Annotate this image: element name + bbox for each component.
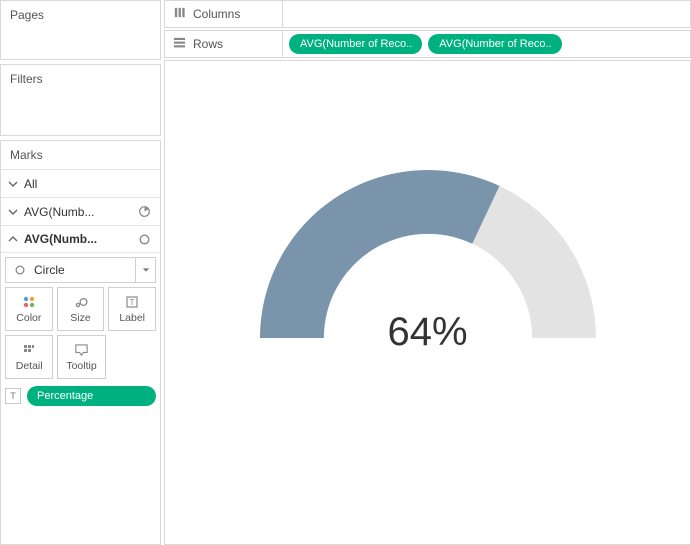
encoding-size-label: Size bbox=[70, 312, 90, 324]
encoding-color-label: Color bbox=[16, 312, 41, 324]
mark-type-dropdown[interactable]: Circle bbox=[5, 257, 156, 283]
pill-percentage: Percentage bbox=[27, 386, 156, 406]
circle-icon bbox=[12, 262, 28, 278]
encoding-tooltip-label: Tooltip bbox=[66, 360, 96, 372]
pages-title: Pages bbox=[1, 1, 160, 29]
encoding-detail-label: Detail bbox=[16, 360, 43, 372]
circle-icon bbox=[136, 231, 152, 247]
columns-dropzone[interactable] bbox=[283, 1, 690, 27]
gauge-chart: 64% bbox=[255, 165, 601, 511]
svg-text:T: T bbox=[130, 298, 135, 307]
visualization-canvas[interactable]: 64% bbox=[164, 60, 691, 545]
filters-shelf[interactable]: Filters bbox=[0, 64, 161, 136]
rows-label: Rows bbox=[193, 37, 223, 51]
label-icon: T bbox=[124, 294, 140, 310]
marks-label-pill[interactable]: T Percentage bbox=[5, 385, 156, 407]
detail-icon bbox=[21, 342, 37, 358]
chevron-up-icon bbox=[7, 233, 19, 245]
marks-shelf-avg-1[interactable]: AVG(Numb... bbox=[1, 197, 160, 225]
columns-label: Columns bbox=[193, 7, 240, 21]
rows-icon bbox=[173, 36, 186, 52]
label-icon: T bbox=[5, 388, 21, 404]
mark-type-label: Circle bbox=[34, 263, 65, 277]
pages-shelf[interactable]: Pages bbox=[0, 0, 161, 60]
marks-shelf-all-label: All bbox=[24, 177, 152, 191]
rows-dropzone[interactable]: AVG(Number of Reco.. AVG(Number of Reco.… bbox=[283, 31, 690, 57]
encoding-tooltip[interactable]: Tooltip bbox=[57, 335, 105, 379]
tooltip-icon bbox=[73, 342, 89, 358]
marks-card: Marks All AVG(Numb... bbox=[0, 140, 161, 545]
filters-title: Filters bbox=[1, 65, 160, 93]
encoding-color[interactable]: Color bbox=[5, 287, 53, 331]
marks-shelf-avg-2-label: AVG(Numb... bbox=[24, 232, 136, 246]
chevron-down-icon bbox=[7, 206, 19, 218]
rows-pill-2[interactable]: AVG(Number of Reco.. bbox=[428, 34, 561, 54]
pie-icon bbox=[136, 204, 152, 220]
color-dots-icon bbox=[21, 294, 37, 310]
rows-shelf[interactable]: Rows AVG(Number of Reco.. AVG(Number of … bbox=[164, 30, 691, 58]
rows-pill-1[interactable]: AVG(Number of Reco.. bbox=[289, 34, 422, 54]
caret-down-icon[interactable] bbox=[135, 258, 155, 282]
columns-icon bbox=[173, 6, 186, 22]
marks-title: Marks bbox=[1, 141, 160, 169]
encoding-label-label: Label bbox=[119, 312, 145, 324]
encoding-label[interactable]: T Label bbox=[108, 287, 156, 331]
size-icon bbox=[73, 294, 89, 310]
marks-shelf-avg-1-label: AVG(Numb... bbox=[24, 205, 136, 219]
marks-shelf-all[interactable]: All bbox=[1, 169, 160, 197]
chevron-down-icon bbox=[7, 178, 19, 190]
encoding-detail[interactable]: Detail bbox=[5, 335, 53, 379]
marks-shelf-avg-2[interactable]: AVG(Numb... bbox=[1, 225, 160, 253]
encoding-size[interactable]: Size bbox=[57, 287, 105, 331]
columns-shelf[interactable]: Columns bbox=[164, 0, 691, 28]
